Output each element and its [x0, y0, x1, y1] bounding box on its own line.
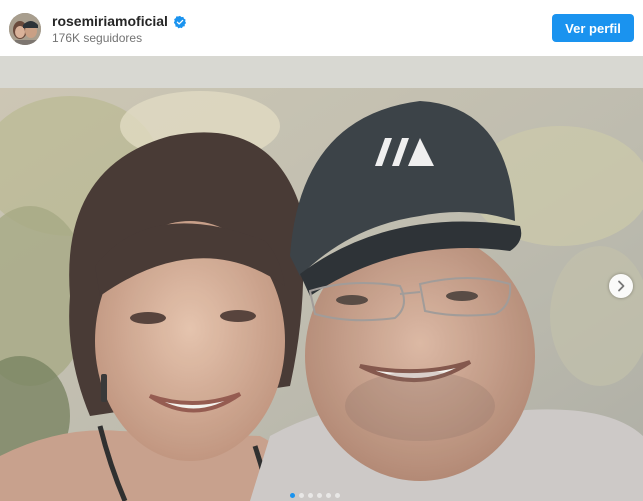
username[interactable]: rosemiriamoficial [52, 13, 187, 30]
next-slide-button[interactable] [609, 274, 633, 298]
carousel-indicator [290, 493, 340, 498]
follower-count: 176K seguidores [52, 31, 143, 45]
chevron-right-icon [618, 280, 625, 292]
carousel-dot [335, 493, 340, 498]
verified-badge-icon [173, 15, 187, 28]
carousel-dot-active [290, 493, 295, 498]
carousel-dot [326, 493, 331, 498]
carousel-dot [299, 493, 304, 498]
carousel-dot [317, 493, 322, 498]
profile-avatar[interactable] [9, 13, 41, 45]
post-header: rosemiriamoficial 176K seguidores Ver pe… [0, 0, 643, 56]
carousel-dot [308, 493, 313, 498]
view-profile-button[interactable]: Ver perfil [552, 14, 634, 42]
post-photo[interactable] [0, 56, 643, 501]
username-text[interactable]: rosemiriamoficial [52, 13, 168, 30]
